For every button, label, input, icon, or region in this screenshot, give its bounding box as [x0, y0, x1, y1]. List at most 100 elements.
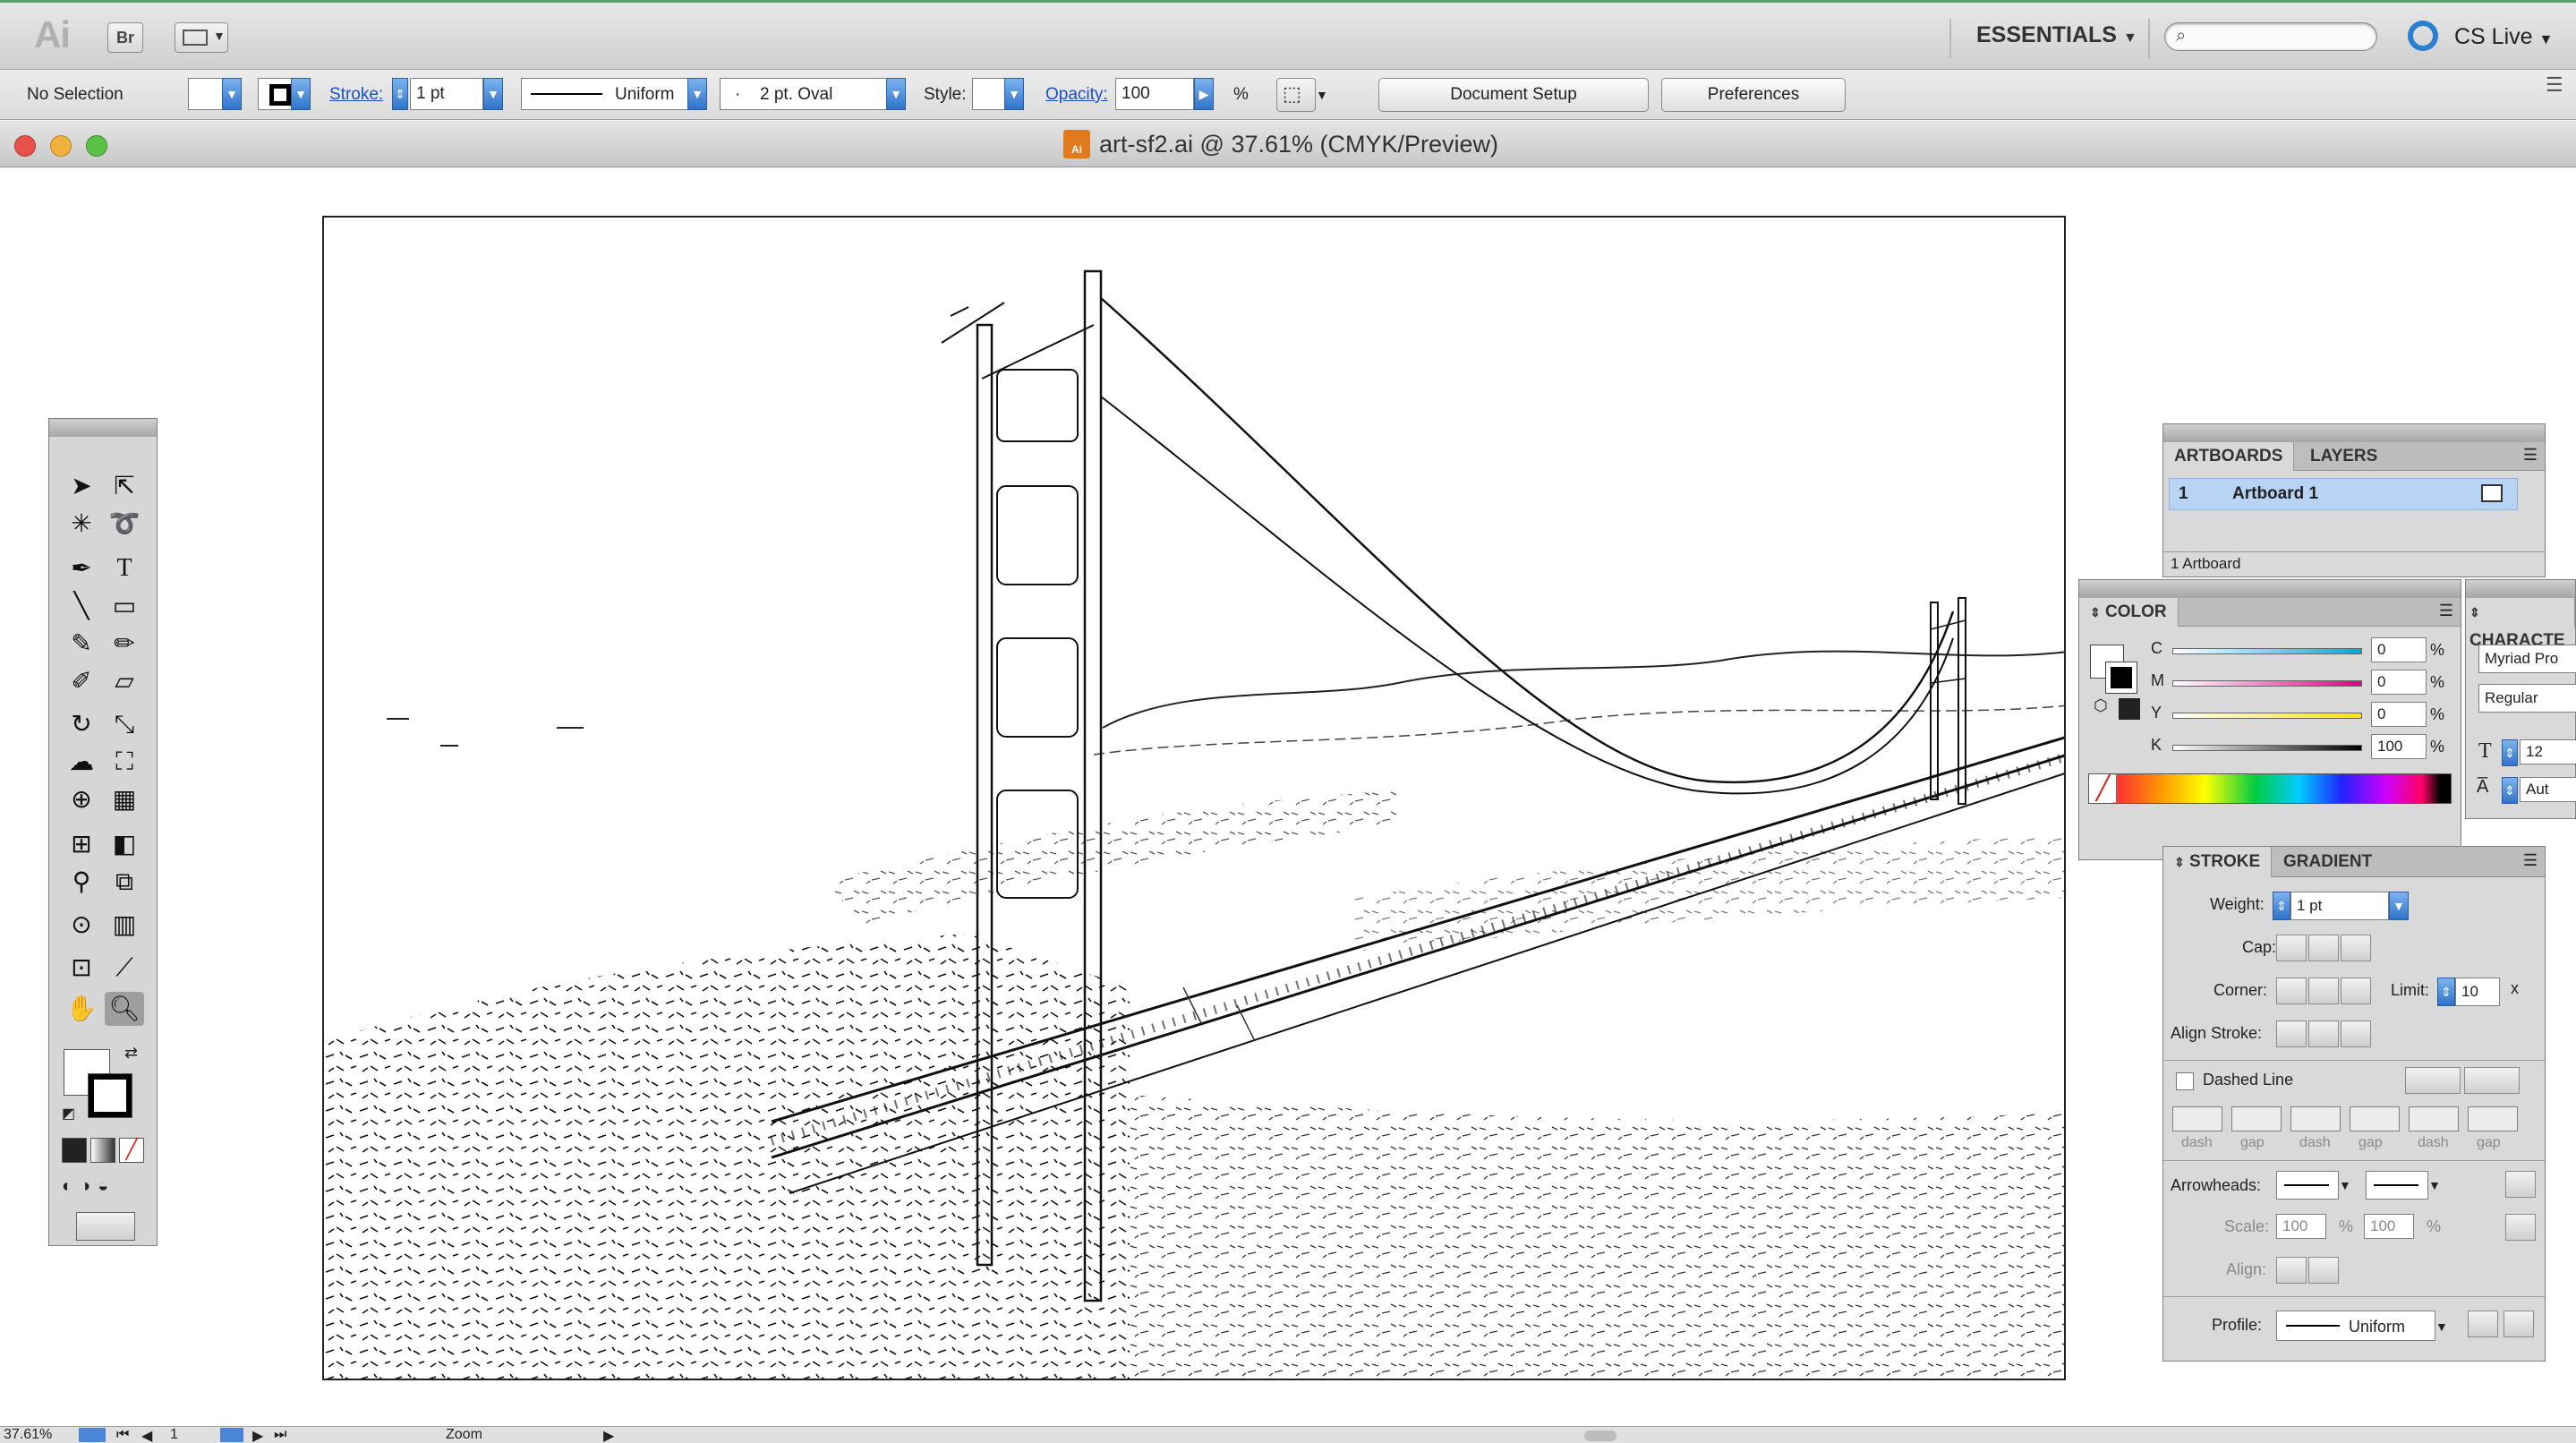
zoom-tool-icon[interactable]: 🔍︎ — [105, 992, 144, 1026]
cs-live-icon[interactable] — [2408, 21, 2438, 51]
direct-selection-tool-icon[interactable]: ⇱ — [105, 469, 144, 503]
variable-width-profile[interactable]: Uniform — [521, 78, 700, 110]
font-size-input[interactable]: 12 — [2520, 739, 2576, 764]
artboard-options-icon[interactable] — [2481, 484, 2503, 502]
gap-input[interactable] — [2350, 1106, 2400, 1131]
weight-stepper[interactable]: ⇕ — [2273, 892, 2290, 920]
select-similar-button[interactable]: ⬚ — [1276, 78, 1316, 112]
hand-tool-icon[interactable]: ✋ — [62, 992, 101, 1026]
flip-along-button[interactable] — [2468, 1311, 2498, 1337]
arrow-tip-at-end-button[interactable] — [2308, 1257, 2339, 1284]
warp-tool-icon[interactable]: ☁ — [62, 745, 101, 779]
artboard-tool-icon[interactable]: ⊡ — [62, 951, 101, 985]
pencil-tool-icon[interactable]: ✏ — [105, 627, 144, 661]
eraser-tool-icon[interactable]: ▱ — [105, 664, 144, 698]
blend-tool-icon[interactable]: ⧉ — [105, 865, 144, 899]
gap-input[interactable] — [2231, 1106, 2282, 1131]
chevron-down-icon[interactable]: ▼ — [2339, 1171, 2351, 1200]
color-spectrum[interactable] — [2088, 773, 2452, 804]
preferences-button[interactable]: Preferences — [1661, 78, 1846, 112]
leading-stepper[interactable]: ⇕ — [2502, 777, 2518, 804]
close-window-button[interactable] — [14, 135, 36, 157]
artboards-panel-header[interactable] — [2163, 424, 2545, 442]
page-dropdown[interactable] — [220, 1428, 243, 1442]
document-setup-button[interactable]: Document Setup — [1378, 78, 1649, 112]
workspace-switcher[interactable]: ESSENTIALS ▼ — [1976, 22, 2137, 48]
stroke-weight-dropdown[interactable]: ▼ — [483, 78, 503, 110]
screen-mode-button[interactable] — [76, 1212, 135, 1241]
perspective-grid-tool-icon[interactable]: ▦ — [105, 782, 144, 816]
cyan-slider[interactable] — [2172, 648, 2362, 654]
brush-definition[interactable]: · 2 pt. Oval — [720, 78, 899, 110]
arrange-documents-button[interactable]: ▼ — [175, 22, 228, 53]
dash-input[interactable] — [2409, 1106, 2459, 1131]
yellow-slider[interactable] — [2172, 713, 2362, 719]
swap-fill-stroke-icon[interactable]: ⇄ — [124, 1044, 138, 1063]
line-segment-tool-icon[interactable]: ╲ — [62, 589, 101, 623]
end-scale-input[interactable]: 100 — [2364, 1214, 2414, 1239]
magenta-input[interactable]: 0 — [2371, 670, 2427, 695]
panel-menu-icon[interactable]: ☰ — [2523, 446, 2538, 465]
default-fill-stroke-icon[interactable]: ◩ — [62, 1105, 75, 1123]
graphic-style-dropdown[interactable]: ▼ — [1004, 78, 1024, 110]
font-family-input[interactable]: Myriad Pro — [2478, 645, 2576, 673]
tab-artboards[interactable]: ARTBOARDS — [2163, 442, 2295, 471]
tab-layers[interactable]: LAYERS — [2299, 442, 2388, 471]
bridge-button[interactable]: Br — [107, 22, 143, 53]
free-transform-tool-icon[interactable]: ⛶ — [105, 745, 144, 779]
black-input[interactable]: 100 — [2371, 734, 2427, 759]
chevron-down-icon[interactable]: ▼ — [2435, 1312, 2448, 1341]
tools-panel-header[interactable] — [49, 419, 157, 437]
opacity-panel-link[interactable]: Opacity: — [1045, 78, 1108, 112]
arrow-tip-beyond-button[interactable] — [2276, 1257, 2307, 1284]
drawing-modes-icon[interactable]: ◐◑◒ — [62, 1176, 144, 1201]
stroke-color-swatch[interactable] — [88, 1073, 132, 1118]
selection-tool-icon[interactable]: ➤ — [62, 469, 101, 503]
first-page-icon[interactable]: ⏮ — [116, 1427, 129, 1443]
align-stroke-inside-button[interactable] — [2308, 1020, 2339, 1047]
type-tool-icon[interactable]: T — [105, 551, 144, 585]
opacity-input[interactable]: 100 — [1115, 78, 1194, 110]
leading-input[interactable]: Aut — [2520, 777, 2576, 802]
status-menu-icon[interactable]: ▶ — [603, 1427, 614, 1443]
align-dashes-button[interactable] — [2464, 1067, 2520, 1094]
page-number[interactable]: 1 — [170, 1427, 178, 1443]
brush-dropdown[interactable]: ▼ — [886, 78, 906, 110]
panel-menu-icon[interactable]: ☰ — [2523, 851, 2538, 870]
round-join-button[interactable] — [2308, 978, 2339, 1004]
gradient-mode-button[interactable] — [90, 1138, 115, 1163]
symbol-sprayer-tool-icon[interactable]: ⊙ — [62, 908, 101, 942]
projecting-cap-button[interactable] — [2341, 935, 2371, 961]
none-mode-button[interactable]: ╱ — [119, 1138, 144, 1163]
web-color-swatch[interactable] — [2119, 698, 2140, 720]
bevel-join-button[interactable] — [2341, 978, 2371, 1004]
yellow-input[interactable]: 0 — [2371, 702, 2427, 727]
weight-dropdown[interactable]: ▼ — [2389, 892, 2409, 920]
magic-wand-tool-icon[interactable]: ✳ — [62, 507, 101, 541]
horizontal-scrollbar-thumb[interactable] — [1584, 1430, 1616, 1441]
weight-input[interactable]: 1 pt — [2290, 892, 2389, 920]
rectangle-tool-icon[interactable]: ▭ — [105, 589, 144, 623]
link-scale-button[interactable] — [2505, 1214, 2536, 1241]
profile-select[interactable]: Uniform — [2276, 1311, 2435, 1341]
character-panel-header[interactable] — [2466, 580, 2575, 598]
scale-tool-icon[interactable]: ⤡ — [105, 707, 144, 741]
cs-live-menu[interactable]: CS Live ▼ — [2454, 24, 2553, 50]
stroke-panel-link[interactable]: Stroke: — [329, 78, 383, 112]
artboard-row[interactable]: 1 Artboard 1 — [2169, 478, 2518, 510]
profile-dropdown[interactable]: ▼ — [687, 78, 707, 110]
tab-stroke[interactable]: ⇕ STROKE — [2163, 847, 2273, 877]
flip-across-button[interactable] — [2503, 1311, 2534, 1337]
start-arrowhead-select[interactable] — [2276, 1171, 2339, 1200]
gap-input[interactable] — [2468, 1106, 2518, 1131]
minimize-window-button[interactable] — [50, 135, 72, 157]
stroke-weight-input[interactable]: 1 pt — [410, 78, 483, 110]
artboard[interactable] — [322, 216, 2066, 1380]
opacity-dropdown[interactable]: ▶ — [1194, 78, 1214, 110]
rotate-tool-icon[interactable]: ↻ — [62, 707, 101, 741]
stroke-weight-stepper[interactable]: ⇕ — [392, 78, 408, 110]
zoom-level[interactable]: 37.61% — [4, 1427, 52, 1443]
eyedropper-tool-icon[interactable]: ⚲ — [62, 865, 101, 899]
limit-input[interactable]: 10 — [2455, 978, 2500, 1006]
pen-tool-icon[interactable]: ✒ — [62, 551, 101, 585]
